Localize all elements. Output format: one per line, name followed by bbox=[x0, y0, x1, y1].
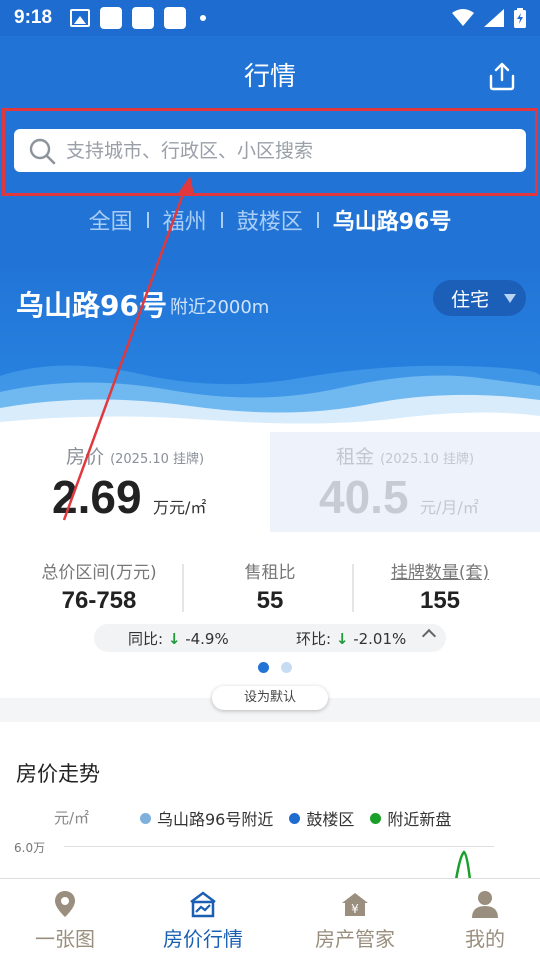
wave-decoration bbox=[0, 365, 540, 434]
page-title: 行情 bbox=[243, 62, 296, 92]
chart-legend: 乌山路96号附近 鼓楼区 附近新盘 bbox=[140, 806, 451, 830]
legend-item[interactable]: 乌山路96号附近 bbox=[140, 806, 273, 830]
app-notification-icon bbox=[164, 7, 187, 29]
tab-mine[interactable]: 我的 bbox=[420, 885, 540, 952]
stat-divider bbox=[352, 564, 354, 612]
legend-item[interactable]: 鼓楼区 bbox=[289, 806, 354, 830]
house-price-card[interactable]: 房价 (2025.10 挂牌) 2.69 万元/㎡ bbox=[0, 432, 270, 532]
dropdown-arrow-icon bbox=[504, 294, 516, 303]
yoy-label: 同比: bbox=[128, 630, 164, 648]
tab-map[interactable]: 一张图 bbox=[0, 885, 130, 952]
property-type-label: 住宅 bbox=[451, 288, 490, 311]
y-axis-tick: 6.0万 bbox=[14, 841, 46, 855]
user-icon bbox=[472, 891, 498, 918]
rent-price-label: 租金 bbox=[336, 446, 375, 468]
wifi-icon bbox=[452, 9, 474, 26]
price-rent-ratio-label: 售租比 bbox=[244, 563, 296, 583]
rent-price-card[interactable]: 租金 (2025.10 挂牌) 40.5 元/月/㎡ bbox=[270, 432, 540, 532]
location-hero: 乌山路96号 附近2000m 住宅 bbox=[0, 260, 540, 434]
breadcrumb: 全国 福州 鼓楼区 乌山路96号 bbox=[0, 204, 540, 236]
chevron-up-icon[interactable] bbox=[421, 628, 437, 644]
total-range-label: 总价区间(万元) bbox=[41, 563, 157, 583]
tab-house-manager[interactable]: ¥ 房产管家 bbox=[290, 885, 420, 952]
total-range-value: 76-758 bbox=[61, 587, 137, 614]
house-price-period: (2025.10 挂牌) bbox=[110, 452, 205, 467]
price-trend-section: 房价走势 元/㎡ 乌山路96号附近 鼓楼区 附近新盘 6.0万 bbox=[0, 722, 540, 882]
listing-count-stat[interactable]: 挂牌数量(套) 155 bbox=[355, 558, 525, 615]
stat-divider bbox=[182, 564, 184, 612]
house-price-unit: 万元/㎡ bbox=[153, 498, 207, 517]
listing-count-label[interactable]: 挂牌数量(套) bbox=[355, 558, 525, 583]
rent-price-unit: 元/月/㎡ bbox=[420, 498, 479, 517]
breadcrumb-district[interactable]: 鼓楼区 bbox=[223, 204, 317, 236]
tab-label: 我的 bbox=[465, 927, 505, 951]
legend-label: 乌山路96号附近 bbox=[157, 810, 274, 829]
legend-label: 附近新盘 bbox=[387, 810, 452, 829]
new-listing-trend-line bbox=[454, 850, 472, 880]
status-time: 9:18 bbox=[14, 7, 53, 28]
header: 行情 全国 福州 鼓楼区 乌山路96号 bbox=[0, 36, 540, 260]
breadcrumb-country[interactable]: 全国 bbox=[75, 204, 147, 236]
image-notification-icon bbox=[70, 9, 91, 27]
location-radius: 附近2000m bbox=[170, 297, 270, 318]
grid-line bbox=[64, 846, 494, 847]
price-rent-ratio-stat: 售租比 55 bbox=[185, 558, 355, 615]
mom-change: 环比: ↓ -2.01% bbox=[296, 628, 406, 649]
page-dot[interactable] bbox=[281, 662, 292, 673]
share-icon[interactable] bbox=[486, 60, 518, 92]
set-default-button[interactable]: 设为默认 bbox=[212, 686, 328, 710]
tab-label: 一张图 bbox=[35, 927, 95, 951]
bottom-tab-bar: 一张图 房价行情 ¥ 房产管家 我的 bbox=[0, 878, 540, 960]
breadcrumb-city[interactable]: 福州 bbox=[149, 204, 221, 236]
property-type-select[interactable]: 住宅 bbox=[433, 280, 526, 316]
legend-item[interactable]: 附近新盘 bbox=[370, 806, 451, 830]
status-bar: 9:18 bbox=[0, 0, 540, 36]
more-notifications-icon bbox=[200, 15, 207, 21]
system-icons bbox=[452, 8, 526, 28]
search-highlight-box bbox=[2, 108, 538, 196]
tab-label: 房产管家 bbox=[315, 927, 395, 951]
yoy-value: -4.9% bbox=[185, 630, 229, 648]
legend-label: 鼓楼区 bbox=[306, 810, 355, 829]
page-dot-active[interactable] bbox=[258, 662, 269, 673]
rent-price-period: (2025.10 挂牌) bbox=[380, 452, 475, 467]
svg-text:¥: ¥ bbox=[351, 902, 359, 916]
trend-unit: 元/㎡ bbox=[54, 809, 90, 827]
app-notification-icon bbox=[132, 7, 155, 29]
mom-label: 环比: bbox=[296, 630, 332, 648]
house-price-value: 2.69 bbox=[52, 471, 142, 523]
price-rent-ratio-value: 55 bbox=[256, 587, 284, 614]
page-indicator bbox=[258, 662, 292, 673]
notification-icons bbox=[70, 7, 207, 29]
legend-dot bbox=[140, 812, 151, 824]
down-arrow-icon: ↓ bbox=[335, 630, 349, 648]
yoy-change: 同比: ↓ -4.9% bbox=[128, 628, 229, 649]
rent-price-value: 40.5 bbox=[319, 471, 409, 523]
price-cards: 房价 (2025.10 挂牌) 2.69 万元/㎡ 租金 (2025.10 挂牌… bbox=[0, 432, 540, 532]
stats-panel: 总价区间(万元) 76-758 售租比 55 挂牌数量(套) 155 同比: ↓… bbox=[0, 532, 540, 710]
map-pin-icon bbox=[55, 891, 75, 917]
tab-label: 房价行情 bbox=[163, 927, 243, 951]
change-bar[interactable]: 同比: ↓ -4.9% 环比: ↓ -2.01% bbox=[94, 624, 446, 652]
location-title: 乌山路96号 bbox=[16, 289, 167, 322]
battery-icon bbox=[514, 8, 526, 28]
house-price-label-row: 房价 (2025.10 挂牌) bbox=[66, 442, 204, 469]
app-notification-icon bbox=[100, 7, 123, 29]
down-arrow-icon: ↓ bbox=[167, 630, 181, 648]
legend-dot bbox=[370, 812, 382, 824]
signal-icon bbox=[484, 9, 504, 27]
total-range-stat: 总价区间(万元) 76-758 bbox=[14, 558, 184, 615]
house-price-label: 房价 bbox=[66, 446, 105, 468]
legend-dot bbox=[289, 812, 301, 824]
house-chart-icon bbox=[190, 891, 216, 918]
tab-house-price[interactable]: 房价行情 bbox=[138, 885, 268, 952]
breadcrumb-community[interactable]: 乌山路96号 bbox=[319, 204, 466, 236]
listing-count-value: 155 bbox=[419, 587, 461, 614]
mom-value: -2.01% bbox=[353, 630, 407, 648]
rent-price-label-row: 租金 (2025.10 挂牌) bbox=[336, 442, 474, 469]
house-manager-icon: ¥ bbox=[342, 893, 368, 916]
trend-title: 房价走势 bbox=[16, 762, 100, 786]
